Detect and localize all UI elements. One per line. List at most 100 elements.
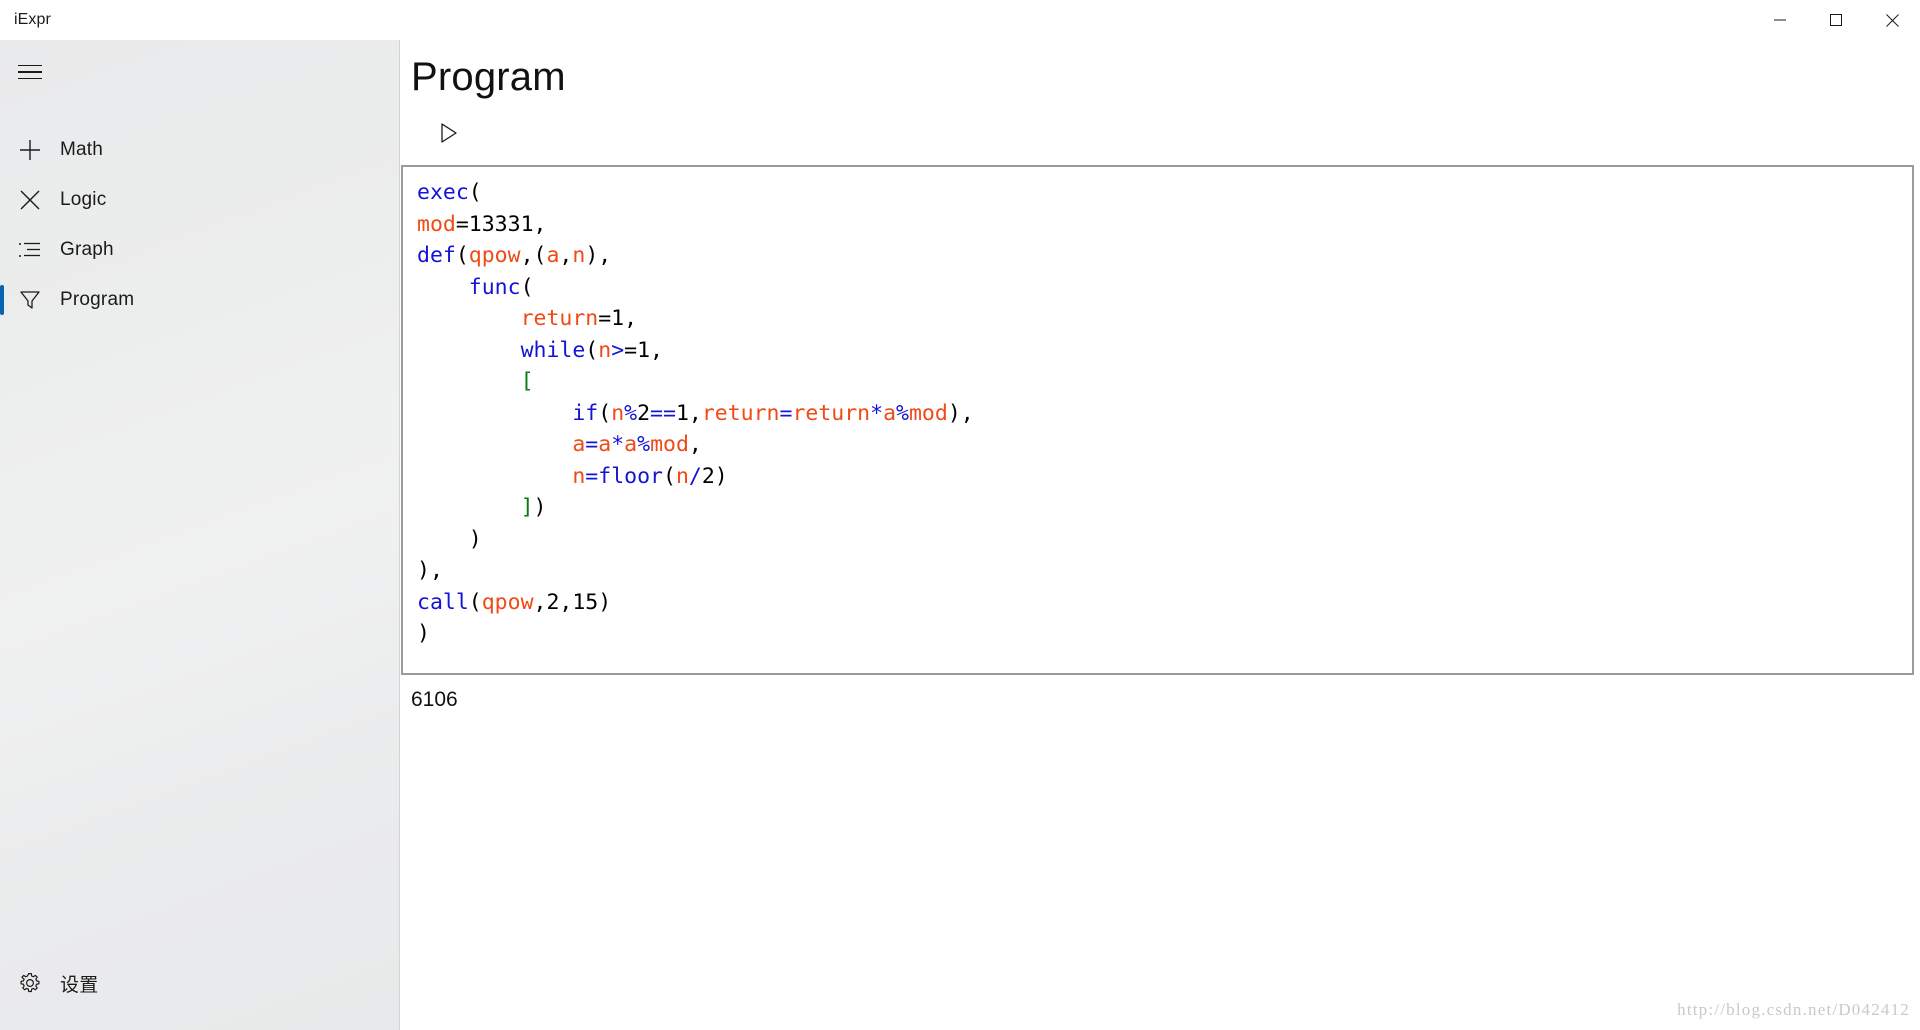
code-token: n <box>675 463 689 489</box>
sidebar-item-program[interactable]: Program <box>0 275 400 325</box>
code-token: , <box>559 243 573 268</box>
code-token: n <box>611 400 625 426</box>
sidebar: Math Logic Graph Program 设置 <box>0 40 400 1030</box>
code-line: a=a*a%mod, <box>417 429 1898 461</box>
close-icon <box>1885 13 1899 27</box>
code-token: while <box>520 337 586 363</box>
sidebar-item-label: Logic <box>60 189 107 210</box>
code-line: while(n>=1, <box>417 335 1898 367</box>
watermark: http://blog.csdn.net/D042412 <box>1677 1000 1910 1019</box>
code-token: n <box>572 463 586 489</box>
code-line: func( <box>417 272 1898 304</box>
sidebar-item-math[interactable]: Math <box>0 125 400 175</box>
code-token: floor <box>598 463 663 489</box>
code-token: mod <box>650 432 689 457</box>
code-token: ) <box>533 495 547 520</box>
code-token: ,2,15) <box>533 589 612 615</box>
code-token: call <box>417 589 469 615</box>
funnel-icon <box>0 275 60 325</box>
sidebar-item-label: Program <box>60 289 135 310</box>
list-icon <box>0 225 60 275</box>
code-token: % <box>624 400 638 426</box>
code-token: ,( <box>520 243 547 268</box>
code-token: return <box>792 400 871 426</box>
app-window: iExpr Math Logic Graph Program 设置 Progra… <box>0 0 1920 1030</box>
code-token: =1, <box>598 306 638 331</box>
maximize-button[interactable] <box>1808 0 1864 40</box>
code-token: / <box>688 463 702 489</box>
code-line: ) <box>417 618 1898 650</box>
selection-indicator <box>0 285 4 315</box>
code-line: def(qpow,(a,n), <box>417 240 1898 272</box>
code-token: == <box>650 400 676 426</box>
code-line: if(n%2==1,return=return*a%mod), <box>417 398 1898 430</box>
maximize-icon <box>1830 14 1842 26</box>
sidebar-item-graph[interactable]: Graph <box>0 225 400 275</box>
code-token: = <box>585 463 599 489</box>
code-token: > <box>611 337 625 363</box>
code-token: mod <box>417 211 456 237</box>
code-token: a <box>598 432 612 457</box>
code-token: exec <box>417 180 469 205</box>
code-token: % <box>896 400 909 426</box>
code-token: ), <box>585 243 612 268</box>
menu-toggle-button[interactable] <box>0 48 60 96</box>
code-token: =13331, <box>455 211 547 237</box>
code-line: call(qpow,2,15) <box>417 587 1898 619</box>
title-bar: iExpr <box>0 0 1920 40</box>
run-button[interactable] <box>429 118 469 152</box>
sidebar-item-label: Graph <box>60 239 114 260</box>
code-line: [ <box>417 366 1898 398</box>
code-token: def <box>417 243 456 268</box>
code-token: ( <box>455 243 469 268</box>
sidebar-item-label: Math <box>60 139 104 160</box>
code-line: return=1, <box>417 303 1898 335</box>
code-token: n <box>598 337 612 363</box>
code-token: a <box>546 243 560 268</box>
close-button[interactable] <box>1864 0 1920 40</box>
code-editor[interactable]: exec(mod=13331, def(qpow,(a,n), func( ret… <box>401 165 1914 675</box>
hamburger-icon <box>18 60 42 85</box>
code-token: a <box>624 432 638 457</box>
code-token: = <box>779 400 793 426</box>
code-token: ( <box>520 274 534 300</box>
code-token: ) <box>417 621 430 646</box>
sidebar-item-logic[interactable]: Logic <box>0 175 400 225</box>
code-token: a <box>883 400 897 426</box>
code-token: % <box>637 432 651 457</box>
code-token: , <box>688 432 702 457</box>
code-token: 1, <box>675 400 702 426</box>
code-line: mod=13331, <box>417 209 1898 241</box>
code-token: ) <box>417 526 482 552</box>
play-icon <box>439 122 459 149</box>
plus-icon <box>0 125 60 175</box>
gear-icon <box>0 958 60 1008</box>
code-token: =1, <box>624 337 663 363</box>
code-token: if <box>572 400 599 426</box>
code-token: [ <box>520 369 534 394</box>
code-token: n <box>572 243 586 268</box>
code-token: ( <box>468 180 482 205</box>
code-line: ) <box>417 524 1898 556</box>
code-token: ), <box>947 400 974 426</box>
sidebar-item-settings[interactable]: 设置 <box>0 958 400 1008</box>
code-token: * <box>611 432 625 457</box>
code-token: a <box>572 432 586 457</box>
code-text[interactable]: exec(mod=13331, def(qpow,(a,n), func( ret… <box>417 177 1898 650</box>
code-token: = <box>585 432 599 457</box>
code-token: ( <box>598 400 612 426</box>
code-line: n=floor(n/2) <box>417 461 1898 493</box>
result-output: 6106 <box>411 688 458 711</box>
code-token: return <box>701 400 780 426</box>
code-token: ), <box>417 558 443 583</box>
minimize-button[interactable] <box>1752 0 1808 40</box>
code-token: mod <box>908 400 948 426</box>
code-token: ] <box>520 495 534 520</box>
code-token: 2) <box>701 463 728 489</box>
